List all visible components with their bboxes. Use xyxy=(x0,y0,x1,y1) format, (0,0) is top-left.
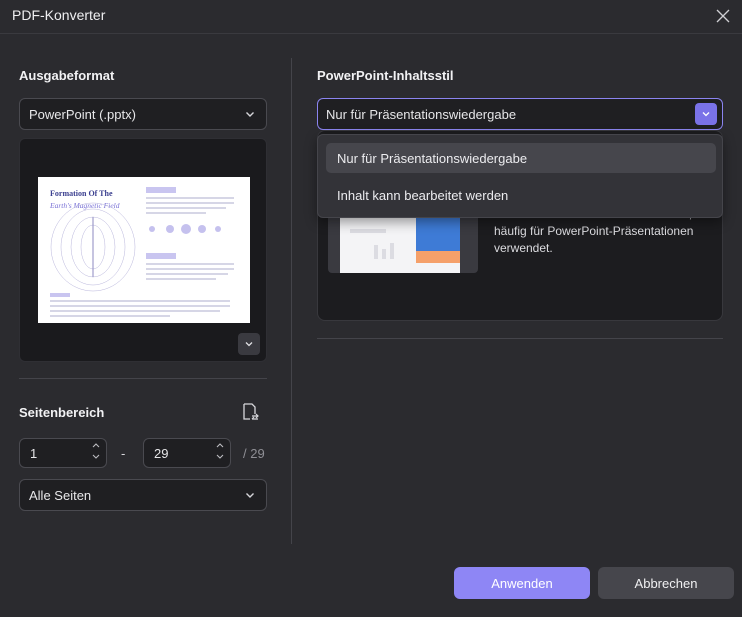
expand-preview-button[interactable] xyxy=(238,333,260,355)
document-preview: Formation Of The Earth's Magnetic Field xyxy=(19,138,267,362)
page-from-input[interactable]: 1 xyxy=(19,438,107,468)
page-to-stepper[interactable] xyxy=(216,443,224,459)
cancel-button[interactable]: Abbrechen xyxy=(598,567,734,599)
content-style-value: Nur für Präsentationswiedergabe xyxy=(326,106,517,122)
total-pages: / 29 xyxy=(243,446,265,461)
page-range-icon xyxy=(243,403,259,420)
range-separator: - xyxy=(121,446,126,461)
page-range-settings-button[interactable] xyxy=(240,402,262,424)
close-icon xyxy=(716,9,730,23)
chevron-down-icon xyxy=(246,493,254,498)
magnetic-field-illustration xyxy=(50,187,234,317)
output-format-value: PowerPoint (.pptx) xyxy=(29,106,136,122)
chevron-down-icon[interactable] xyxy=(92,454,100,459)
content-style-toggle-button[interactable] xyxy=(695,103,717,125)
chevron-up-icon[interactable] xyxy=(92,443,100,448)
page-from-stepper[interactable] xyxy=(92,443,100,459)
output-format-heading: Ausgabeformat xyxy=(19,68,115,83)
page-range-heading: Seitenbereich xyxy=(19,405,105,420)
window-title: PDF-Konverter xyxy=(12,7,106,23)
chevron-down-icon xyxy=(702,112,710,117)
menu-item-label: Inhalt kann bearbeitet werden xyxy=(337,187,509,203)
content-style-heading: PowerPoint-Inhaltsstil xyxy=(317,68,454,83)
close-button[interactable] xyxy=(712,5,734,27)
page-to-input[interactable]: 29 xyxy=(143,438,231,468)
content-style-select[interactable]: Nur für Präsentationswiedergabe xyxy=(317,98,723,130)
preview-page-thumbnail: Formation Of The Earth's Magnetic Field xyxy=(38,177,250,323)
column-divider xyxy=(291,58,292,544)
chevron-up-icon[interactable] xyxy=(216,443,224,448)
menu-item-editable-content[interactable]: Inhalt kann bearbeitet werden xyxy=(326,180,716,210)
title-bar: PDF-Konverter xyxy=(0,0,742,34)
page-to-value: 29 xyxy=(154,445,169,461)
apply-button[interactable]: Anwenden xyxy=(454,567,590,599)
chevron-down-icon xyxy=(245,342,253,347)
left-divider xyxy=(19,378,267,379)
chevron-down-icon[interactable] xyxy=(216,454,224,459)
pages-select[interactable]: Alle Seiten xyxy=(19,479,267,511)
chevron-down-icon xyxy=(246,112,254,117)
pages-select-value: Alle Seiten xyxy=(29,487,92,503)
menu-item-label: Nur für Präsentationswiedergabe xyxy=(337,150,528,166)
page-from-value: 1 xyxy=(30,445,38,461)
right-divider xyxy=(317,338,723,339)
menu-item-presentation-only[interactable]: Nur für Präsentationswiedergabe xyxy=(326,143,716,173)
content-style-dropdown: Nur für Präsentationswiedergabe Inhalt k… xyxy=(317,134,723,218)
output-format-select[interactable]: PowerPoint (.pptx) xyxy=(19,98,267,130)
